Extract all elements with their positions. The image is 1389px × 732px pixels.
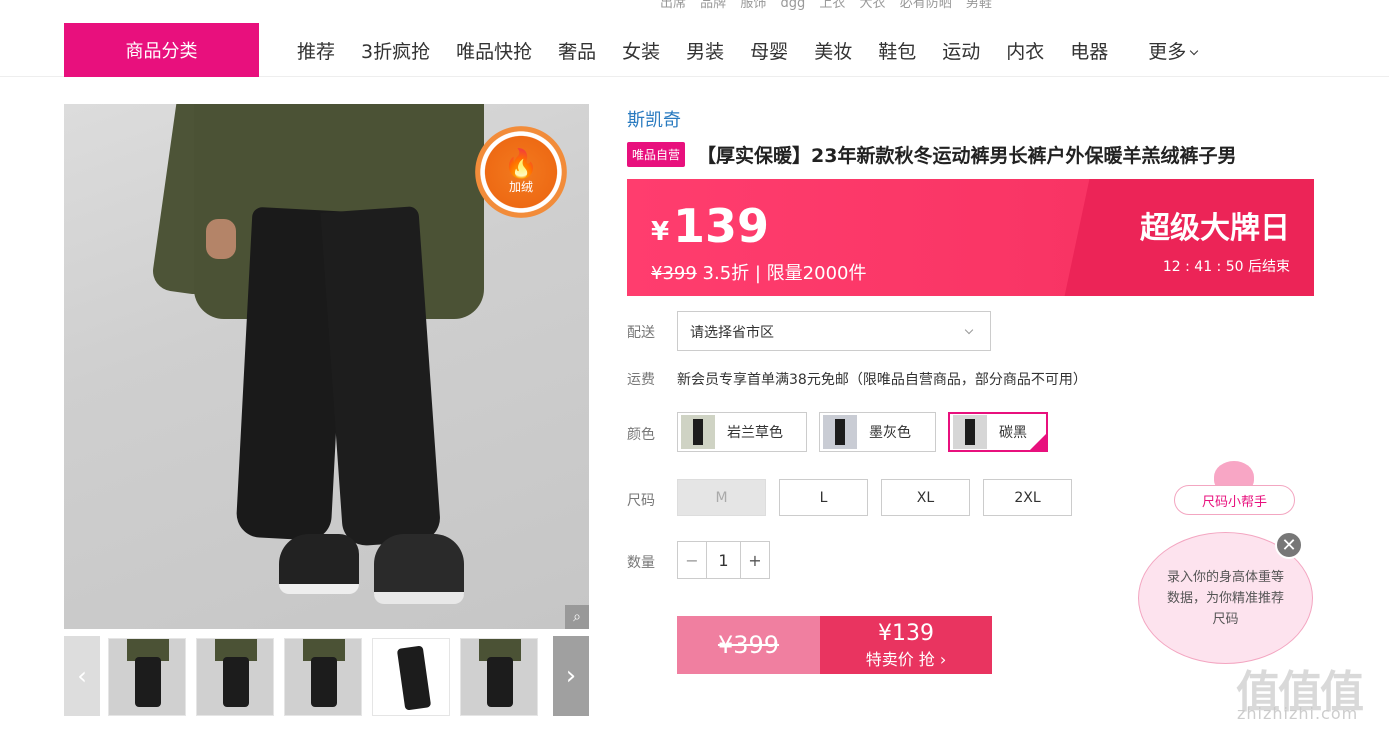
nav-item-appliances[interactable]: 电器 — [1057, 37, 1121, 64]
close-icon[interactable]: ✕ — [1275, 531, 1303, 559]
thumbnail[interactable] — [284, 638, 362, 716]
color-option-label: 碳黑 — [999, 425, 1027, 441]
color-swatch — [823, 415, 857, 449]
currency-symbol: ¥ — [651, 217, 670, 247]
color-swatch — [681, 415, 715, 449]
sale-price: 139 — [673, 199, 770, 253]
color-label: 颜色 — [627, 427, 655, 443]
thumbnail[interactable] — [460, 638, 538, 716]
shipping-info: 新会员专享首单满38元免邮（限唯品自营商品，部分商品不可用） — [677, 372, 1087, 388]
nav-more[interactable]: 更多 — [1135, 37, 1210, 64]
nav-item-shoes-bags[interactable]: 鞋包 — [865, 37, 929, 64]
brand-link[interactable]: 斯凯奇 — [627, 106, 681, 132]
size-label: 尺码 — [627, 493, 655, 509]
nav-item-women[interactable]: 女装 — [609, 37, 673, 64]
self-operated-tag: 唯品自营 — [627, 142, 686, 167]
buy-button[interactable]: ¥399 ¥139 特卖价 抢 › — [677, 616, 992, 674]
quantity-plus-button[interactable]: + — [741, 542, 769, 578]
watermark-site: zhizhizhi.com — [1237, 704, 1359, 723]
countdown-timer: 12 : 41 : 50 后结束 — [1162, 259, 1290, 275]
shoe-shape — [279, 534, 359, 594]
nav-item-flash-30[interactable]: 3折疯抢 — [348, 37, 443, 64]
buy-action-label: 特卖价 抢 › — [865, 649, 947, 669]
nav-item-recommend[interactable]: 推荐 — [284, 37, 348, 64]
pant-leg — [320, 205, 442, 548]
nav-item-underwear[interactable]: 内衣 — [993, 37, 1057, 64]
size-option[interactable]: 2XL — [983, 479, 1072, 516]
quantity-minus-button[interactable]: − — [678, 542, 706, 578]
product-title: 【厚实保暖】23年新款秋冬运动裤男长裤户外保暖羊羔绒裤子男 — [697, 145, 1237, 167]
magnifier-icon[interactable]: ⌕ — [565, 605, 589, 629]
nav-item-luxury[interactable]: 奢品 — [545, 37, 609, 64]
nav-more-label: 更多 — [1148, 40, 1187, 63]
product-page: 出席 品牌 服饰 dgg 上衣 大衣 必有防晒 男鞋 商品分类 推荐 3折疯抢 … — [0, 0, 1389, 732]
quantity-stepper: − 1 + — [677, 541, 770, 579]
color-swatch — [953, 415, 987, 449]
selected-check-icon — [1030, 434, 1046, 450]
chevron-down-icon — [964, 325, 974, 335]
top-link[interactable]: 必有防晒 — [900, 0, 952, 11]
shoe-shape — [374, 534, 464, 604]
top-link[interactable]: 男鞋 — [966, 0, 992, 11]
buy-price: ¥139 — [878, 620, 934, 646]
price-banner: ¥ 139 ¥399 3.5折 | 限量2000件 超级大牌日 12 : 41 … — [627, 179, 1314, 296]
flame-icon: 🔥 — [503, 146, 539, 180]
fleece-badge-text: 加绒 — [508, 179, 533, 194]
color-option[interactable]: 岩兰草色 — [677, 412, 807, 452]
thumb-prev-arrow[interactable]: ‹ — [64, 636, 100, 716]
top-link[interactable]: dgg — [780, 0, 805, 11]
thumbnail[interactable] — [372, 638, 450, 716]
region-select-placeholder: 请选择省市区 — [690, 325, 774, 341]
top-link[interactable]: 出席 — [660, 0, 686, 11]
title-row: 唯品自营 【厚实保暖】23年新款秋冬运动裤男长裤户外保暖羊羔绒裤子男 — [627, 141, 1236, 168]
quantity-input[interactable]: 1 — [706, 542, 741, 578]
discount-info: 3.5折 | 限量2000件 — [696, 263, 867, 284]
nav-item-men[interactable]: 男装 — [673, 37, 737, 64]
top-link[interactable]: 品牌 — [700, 0, 726, 11]
nav-item-baby[interactable]: 母婴 — [737, 37, 801, 64]
original-price: ¥399 — [651, 263, 697, 284]
size-option-disabled: M — [677, 479, 766, 516]
thumbnail[interactable] — [108, 638, 186, 716]
fleece-badge: 🔥 加绒 — [475, 126, 567, 218]
promo-title: 超级大牌日 — [1140, 211, 1290, 246]
buy-original-price: ¥399 — [677, 616, 820, 674]
size-helper-message: 录入你的身高体重等数据，为你精准推荐尺码 — [1166, 569, 1284, 627]
nav-item-quick-grab[interactable]: 唯品快抢 — [443, 37, 545, 64]
pants-shape — [235, 205, 442, 549]
price-details: ¥399 3.5折 | 限量2000件 — [651, 259, 866, 285]
quantity-label: 数量 — [627, 555, 655, 571]
thumbnail-strip: ‹ › — [64, 636, 589, 716]
region-select[interactable]: 请选择省市区 — [677, 311, 991, 351]
size-option[interactable]: L — [779, 479, 868, 516]
nav-item-beauty[interactable]: 美妆 — [801, 37, 865, 64]
color-option-selected[interactable]: 碳黑 — [948, 412, 1048, 452]
color-option[interactable]: 墨灰色 — [819, 412, 936, 452]
color-option-label: 岩兰草色 — [727, 425, 783, 441]
buy-now[interactable]: ¥139 特卖价 抢 › — [820, 616, 992, 674]
nav-item-sports[interactable]: 运动 — [929, 37, 993, 64]
top-link[interactable]: 上衣 — [819, 0, 845, 11]
shipping-label: 运费 — [627, 372, 655, 388]
chevron-down-icon — [1190, 46, 1199, 55]
top-link[interactable]: 大衣 — [860, 0, 886, 11]
top-link[interactable]: 服饰 — [740, 0, 766, 11]
category-button[interactable]: 商品分类 — [64, 23, 259, 77]
top-links: 出席 品牌 服饰 dgg 上衣 大衣 必有防晒 男鞋 — [660, 0, 1002, 11]
nav-items: 推荐 3折疯抢 唯品快抢 奢品 女装 男装 母婴 美妆 鞋包 运动 内衣 电器 … — [284, 23, 1210, 77]
thumbnail[interactable] — [196, 638, 274, 716]
color-option-label: 墨灰色 — [869, 425, 911, 441]
thumb-next-arrow[interactable]: › — [553, 636, 589, 716]
delivery-label: 配送 — [627, 325, 655, 341]
size-option[interactable]: XL — [881, 479, 970, 516]
product-main-image[interactable]: 🔥 加绒 ⌕ — [64, 104, 589, 629]
main-nav: 商品分类 推荐 3折疯抢 唯品快抢 奢品 女装 男装 母婴 美妆 鞋包 运动 内… — [0, 23, 1389, 77]
size-helper-button[interactable]: 尺码小帮手 — [1174, 485, 1295, 515]
hand-shape — [206, 219, 236, 259]
